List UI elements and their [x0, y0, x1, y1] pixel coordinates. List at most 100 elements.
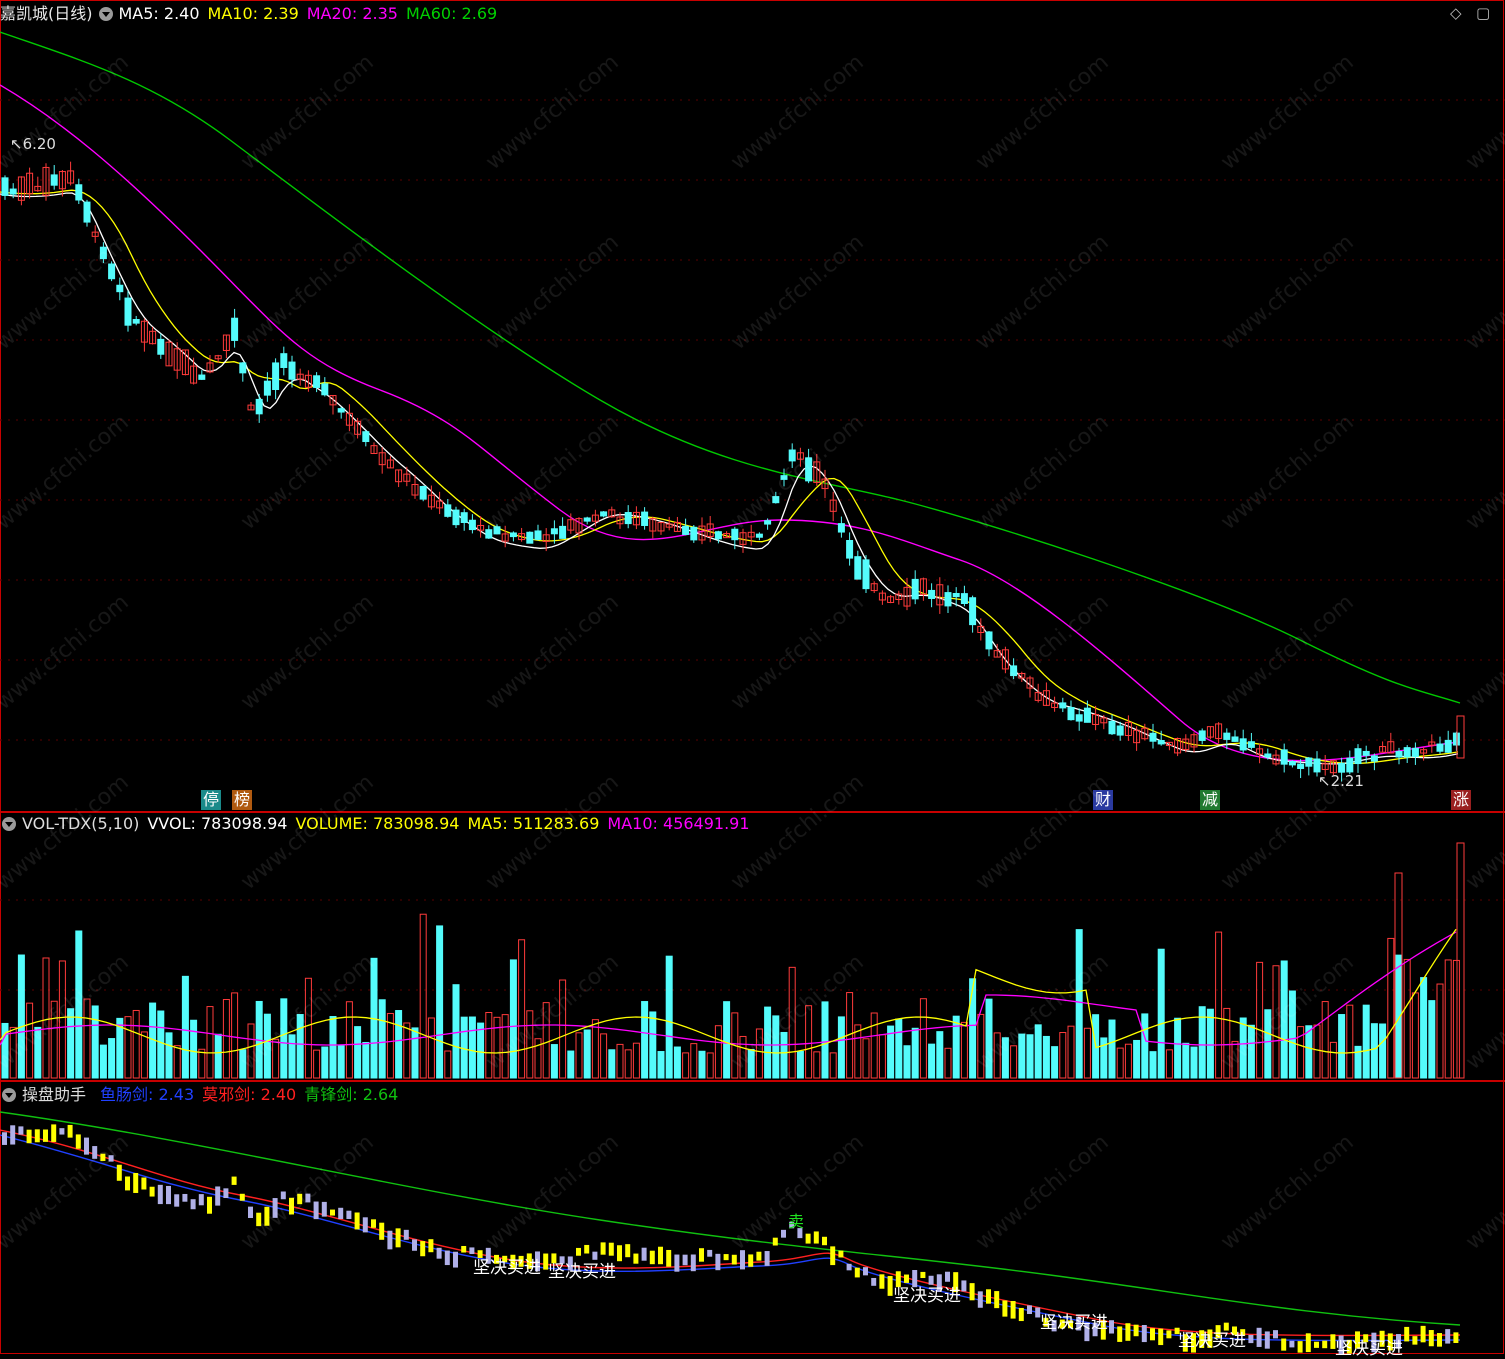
- volume-bar: [1387, 937, 1395, 1079]
- indicator-bar: [781, 1229, 786, 1238]
- volume-bar: [632, 1042, 640, 1079]
- indicator-bar: [813, 1231, 819, 1244]
- ma5-legend: MA5: 2.40: [118, 4, 200, 23]
- indicator-bar: [871, 1277, 877, 1286]
- dropdown-toggle-icon[interactable]: [98, 7, 113, 21]
- volume-bar: [780, 1031, 788, 1079]
- candle-body: [846, 539, 854, 559]
- volume-bar: [75, 930, 83, 1079]
- indicator-bar: [51, 1124, 57, 1142]
- stock-chart-canvas[interactable]: [0, 0, 1505, 1355]
- candle-body: [198, 374, 206, 380]
- volume-bar: [542, 1002, 550, 1079]
- window-control-icon[interactable]: ▢: [1476, 4, 1490, 22]
- indicator-bar: [854, 1267, 860, 1278]
- indicator-bar: [403, 1229, 409, 1240]
- event-marker-rank[interactable]: 榜: [232, 790, 252, 810]
- indicator-bar: [305, 1193, 311, 1203]
- indicator-panel-header: 操盘助手 鱼肠剑: 2.43 莫邪剑: 2.40 青锋剑: 2.64: [0, 1084, 406, 1106]
- indicator-bar: [608, 1242, 614, 1256]
- indicator-bar: [699, 1248, 704, 1262]
- indicator-bar: [1289, 1340, 1295, 1348]
- indicator-line1-legend: 鱼肠剑: 2.43: [100, 1085, 195, 1104]
- indicator-bar: [330, 1209, 335, 1216]
- volume-bar: [91, 1005, 99, 1079]
- candle-body: [952, 592, 960, 598]
- event-marker-rise[interactable]: 涨: [1451, 790, 1471, 810]
- volume-bar: [1452, 959, 1460, 1079]
- volume-bar: [1403, 958, 1411, 1079]
- candle-body: [944, 592, 952, 607]
- indicator-bar: [215, 1186, 221, 1206]
- indicator-toggle-icon[interactable]: [2, 1088, 16, 1102]
- volume-bar: [600, 1033, 608, 1079]
- volume-bar: [518, 939, 526, 1079]
- candle-body: [509, 532, 517, 538]
- volume-bar: [813, 1051, 821, 1079]
- indicator-bar: [822, 1236, 827, 1246]
- volume-bar: [805, 1005, 813, 1079]
- indicator-bar: [10, 1125, 16, 1145]
- candle-body: [641, 511, 649, 526]
- volume-toggle-icon[interactable]: [2, 817, 16, 831]
- candle-body: [1313, 758, 1321, 773]
- volume-bar: [1149, 1051, 1157, 1079]
- candle-body: [985, 631, 993, 650]
- indicator-bar: [133, 1172, 139, 1193]
- volume-ma10-legend: MA10: 456491.91: [607, 814, 750, 833]
- indicator-bar: [313, 1201, 319, 1220]
- candle-body: [452, 509, 460, 526]
- candle-body: [1338, 762, 1346, 773]
- volume-bar: [34, 1026, 42, 1079]
- indicator-bar: [321, 1201, 327, 1217]
- volume-bar: [608, 1049, 616, 1079]
- volume-bar: [460, 1016, 468, 1079]
- candle-body: [1083, 707, 1091, 723]
- volume-bar: [1370, 1023, 1378, 1079]
- candle-body: [321, 383, 329, 396]
- indicator-bar: [182, 1193, 188, 1202]
- indicator-bar: [1158, 1328, 1164, 1346]
- candle-body: [534, 530, 542, 540]
- indicator-line3: [0, 1111, 1461, 1326]
- volume-bar: [960, 1021, 968, 1079]
- candle-body: [1157, 740, 1165, 745]
- volume-bar: [583, 1029, 591, 1079]
- ma60-legend: MA60: 2.69: [405, 4, 498, 23]
- indicator-bar: [1010, 1301, 1016, 1319]
- volume-bar: [304, 977, 312, 1079]
- event-marker-stop[interactable]: 停: [201, 790, 221, 810]
- event-marker-reduce[interactable]: 减: [1200, 790, 1220, 810]
- indicator-bar: [34, 1129, 40, 1143]
- volume-bar: [1231, 1040, 1239, 1079]
- candle-body: [854, 556, 862, 580]
- candle-body: [9, 188, 17, 195]
- indicator-bar: [174, 1194, 180, 1207]
- indicator-bar: [666, 1249, 672, 1267]
- indicator-bar: [362, 1217, 368, 1233]
- volume-bar: [419, 913, 427, 1079]
- diamond-icon[interactable]: ◇: [1450, 4, 1462, 22]
- stock-title: 嘉凯城(日线): [0, 4, 93, 23]
- indicator-bar: [625, 1244, 631, 1258]
- volume-bar: [1239, 1017, 1247, 1079]
- indicator-bar: [190, 1199, 196, 1210]
- candle-body: [600, 511, 608, 517]
- volume-bar: [9, 1026, 17, 1079]
- candle-body: [559, 525, 567, 539]
- event-marker-finance[interactable]: 财: [1093, 790, 1113, 810]
- candle-body: [1362, 750, 1370, 756]
- volume-bar: [1247, 1024, 1255, 1079]
- indicator-bar: [1117, 1326, 1123, 1342]
- indicator-bar: [731, 1254, 737, 1265]
- volume-bar: [977, 1013, 985, 1079]
- volume-bar: [616, 1043, 624, 1079]
- volume-bar: [714, 1025, 722, 1079]
- candle-body: [83, 201, 91, 223]
- buy-signal-label: 坚决买进: [473, 1258, 541, 1278]
- volume-bar: [427, 1017, 435, 1079]
- indicator-bar: [1125, 1323, 1131, 1341]
- volume-bar: [903, 1045, 911, 1079]
- indicator-bar: [223, 1188, 229, 1199]
- indicator-bar: [280, 1191, 286, 1200]
